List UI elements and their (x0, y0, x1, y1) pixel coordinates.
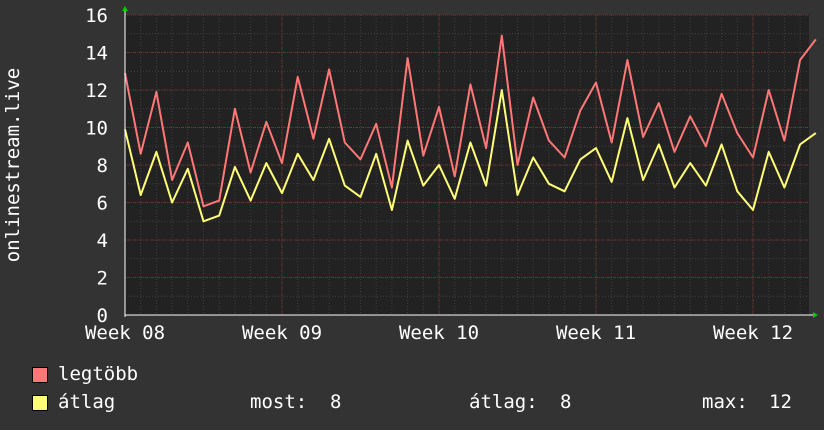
legend-swatch-avg (32, 395, 48, 411)
y-tick-label: 8 (97, 155, 108, 177)
x-tick-label: Week 10 (399, 322, 479, 344)
y-tick-label: 14 (85, 43, 108, 65)
x-tick-label: Week 11 (556, 322, 636, 344)
y-tick-label: 10 (85, 118, 108, 140)
legend-row-avg: átlag most: 8 átlag: 8 max: 12 (32, 391, 812, 413)
legend-label-avg: átlag (58, 391, 116, 413)
stat-now-label: most: (250, 391, 308, 413)
y-axis-label: onlinestream.live (2, 68, 24, 262)
y-tick-label: 4 (97, 230, 108, 252)
y-tick-label: 12 (85, 80, 108, 102)
y-axis-arrow (122, 6, 128, 11)
stat-avg-value: 8 (560, 391, 572, 413)
x-tick-label: Week 12 (713, 322, 793, 344)
stat-now-value: 8 (330, 391, 342, 413)
legend-label-max: legtöbb (58, 363, 139, 385)
x-tick-label: Week 08 (85, 322, 165, 344)
y-tick-label: 2 (97, 268, 108, 290)
stat-avg-label: átlag: (469, 391, 538, 413)
x-tick-label: Week 09 (242, 322, 322, 344)
y-tick-label: 6 (97, 193, 108, 215)
stat-max-value: 12 (769, 391, 792, 413)
stat-max-label: max: (702, 391, 748, 413)
chart-root: 0 2 4 6 8 10 12 14 16 Week 08 Week 09 Week 10 Week 1… (0, 0, 824, 430)
legend-swatch-max (32, 367, 48, 383)
legend-row-max: legtöbb (32, 363, 812, 385)
x-axis-arrow (813, 312, 818, 318)
y-tick-label: 16 (85, 5, 108, 27)
